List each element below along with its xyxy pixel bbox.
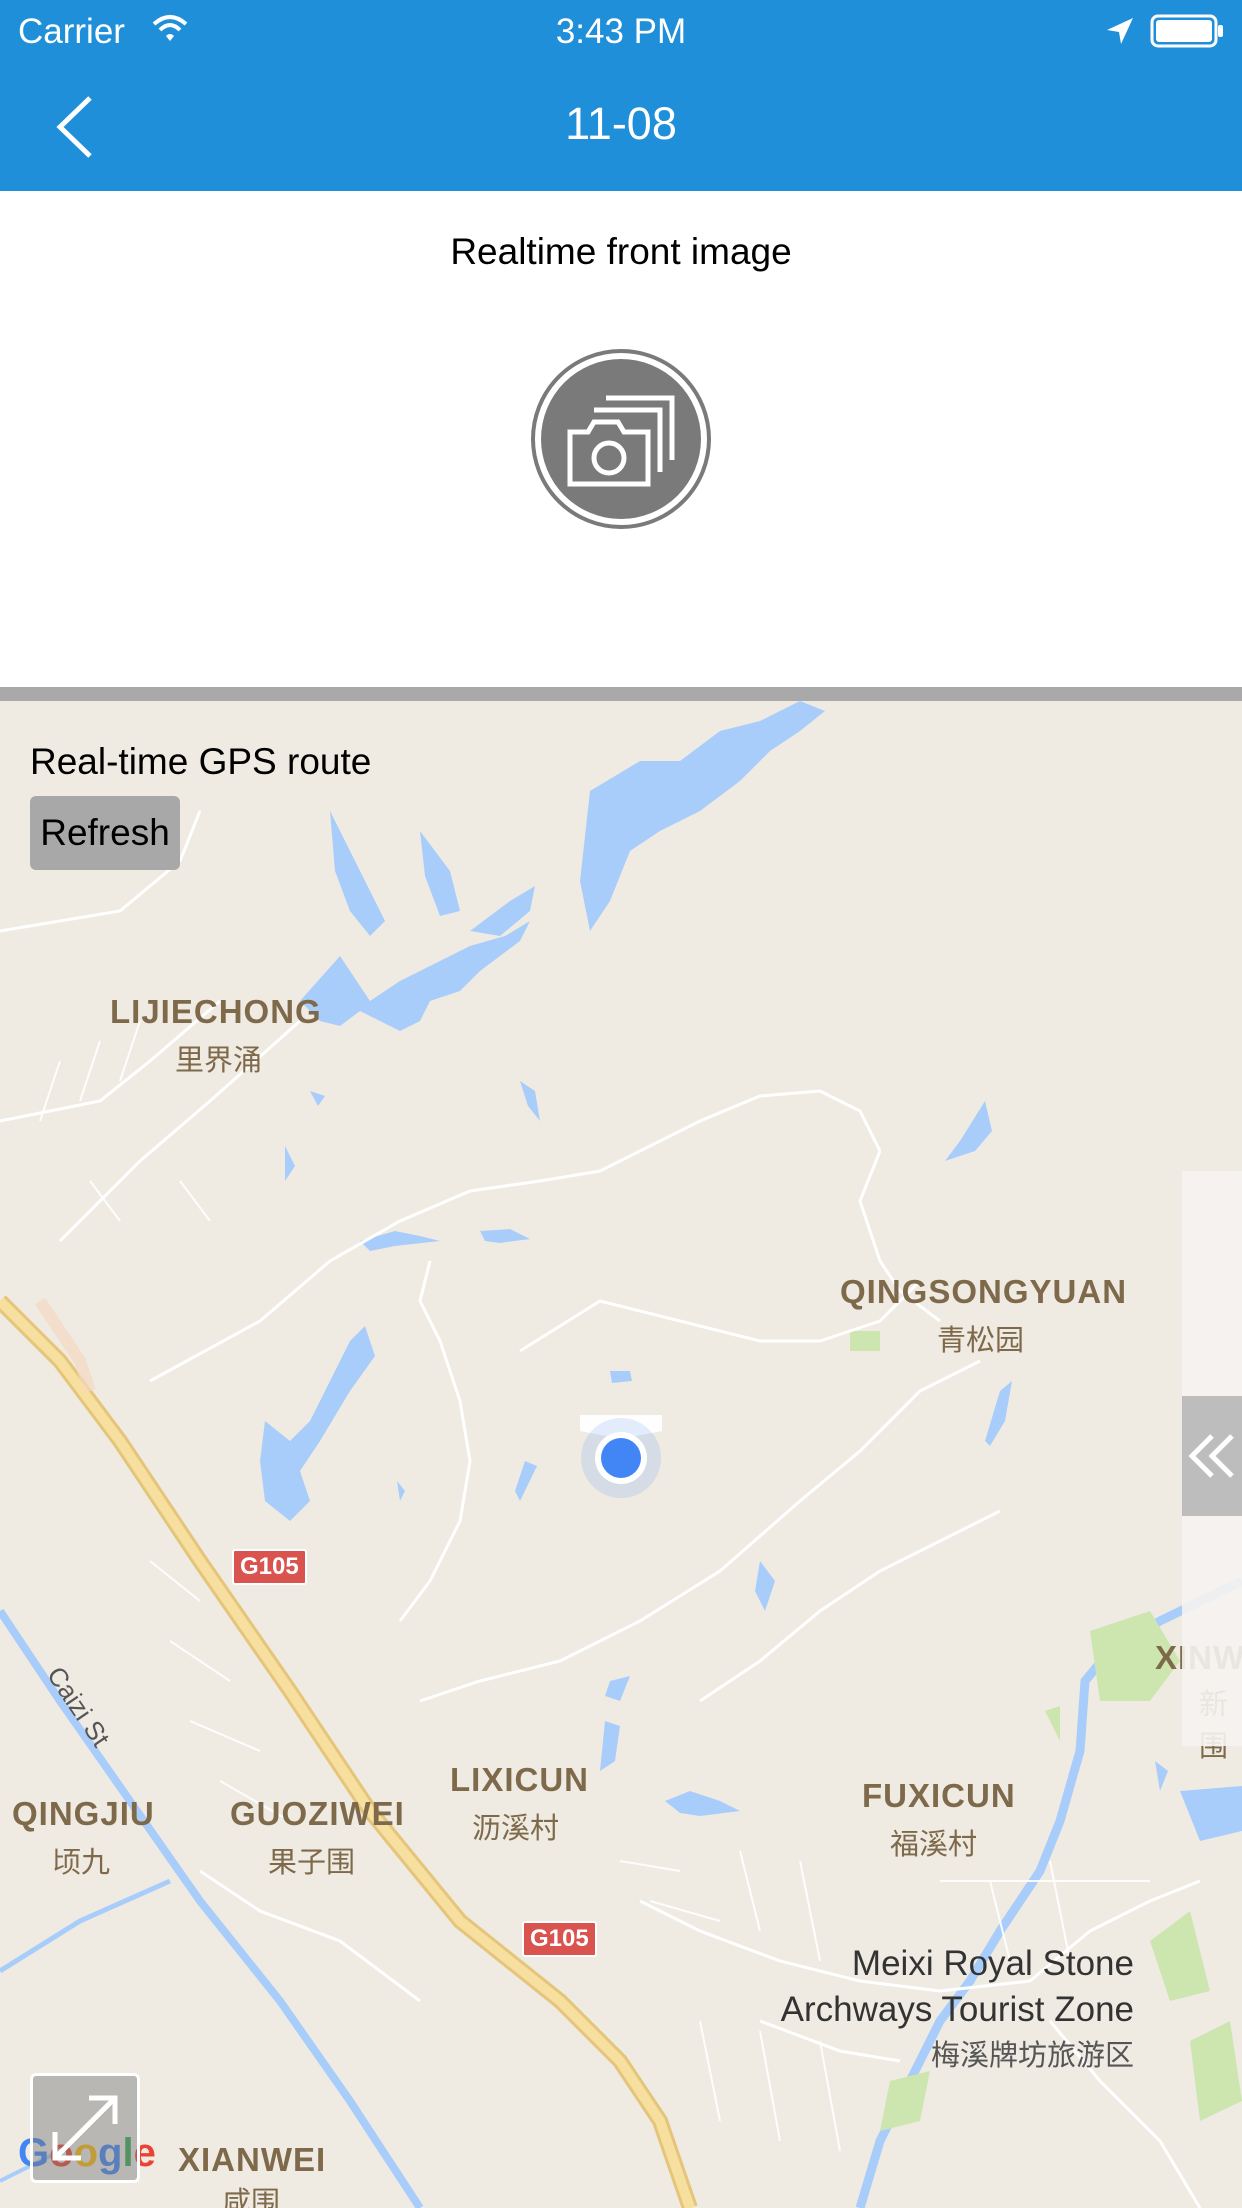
map-label-fuxicun: FUXICUN xyxy=(862,1777,1016,1814)
road-shield-g105: G105 xyxy=(232,1549,307,1585)
fullscreen-button[interactable] xyxy=(30,2073,140,2183)
app-header: Carrier 3:43 PM 11-08 xyxy=(0,0,1242,191)
expand-panel-button[interactable] xyxy=(1182,1396,1242,1516)
double-chevron-left-icon xyxy=(1188,1434,1234,1478)
map-label-lijiechong-cn: 里界涌 xyxy=(175,1045,263,1077)
map-label-lixicun: LIXICUN xyxy=(450,1761,589,1798)
section-divider xyxy=(0,687,1242,701)
poi-line-3: 梅溪牌坊旅游区 xyxy=(930,2040,1134,2072)
map-label-lixicun-cn: 沥溪村 xyxy=(472,1813,560,1845)
map-label-qingsongyuan: QINGSONGYUAN xyxy=(840,1273,1128,1310)
status-bar: Carrier 3:43 PM xyxy=(0,0,1242,60)
poi-line-1: Meixi Royal Stone xyxy=(851,1944,1134,1983)
current-location-marker xyxy=(580,1415,662,1498)
map-label-qingjiu-cn: 顷九 xyxy=(52,1847,111,1879)
map-label-guoziwei-cn: 果子围 xyxy=(268,1847,356,1879)
road-shield-g105-south: G105 xyxy=(522,1921,597,1957)
map-label-guoziwei: GUOZIWEI xyxy=(230,1795,405,1832)
refresh-button[interactable]: Refresh xyxy=(30,796,180,870)
map-label-fuxicun-cn: 福溪村 xyxy=(890,1829,978,1861)
realtime-image-title: Realtime front image xyxy=(450,231,792,272)
map-label-lijiechong: LIJIECHONG xyxy=(110,993,322,1030)
camera-capture-button[interactable] xyxy=(530,348,712,530)
map-label-qingsongyuan-cn: 青松园 xyxy=(937,1325,1025,1357)
poi-meixi-royal-stone[interactable]: Meixi Royal Stone Archways Tourist Zone … xyxy=(720,1941,1134,2079)
map-view[interactable]: Real-time GPS route Refresh LIJIECHONG 里… xyxy=(0,701,1242,2208)
map-label-xianwei-cn: 咸围 xyxy=(222,2187,281,2208)
expand-arrows-icon xyxy=(52,2095,118,2161)
page-title: 11-08 xyxy=(565,98,677,149)
gps-route-title: Real-time GPS route xyxy=(30,741,372,782)
location-arrow-icon xyxy=(1107,18,1133,44)
map-label-qingjiu: QINGJIU xyxy=(12,1795,155,1832)
map-label-xianwei: XIANWEI xyxy=(178,2141,327,2178)
poi-line-2: Archways Tourist Zone xyxy=(780,1990,1134,2029)
status-time: 3:43 PM xyxy=(555,12,687,51)
realtime-image-section: Realtime front image xyxy=(0,191,1242,687)
battery-icon xyxy=(1150,14,1223,48)
